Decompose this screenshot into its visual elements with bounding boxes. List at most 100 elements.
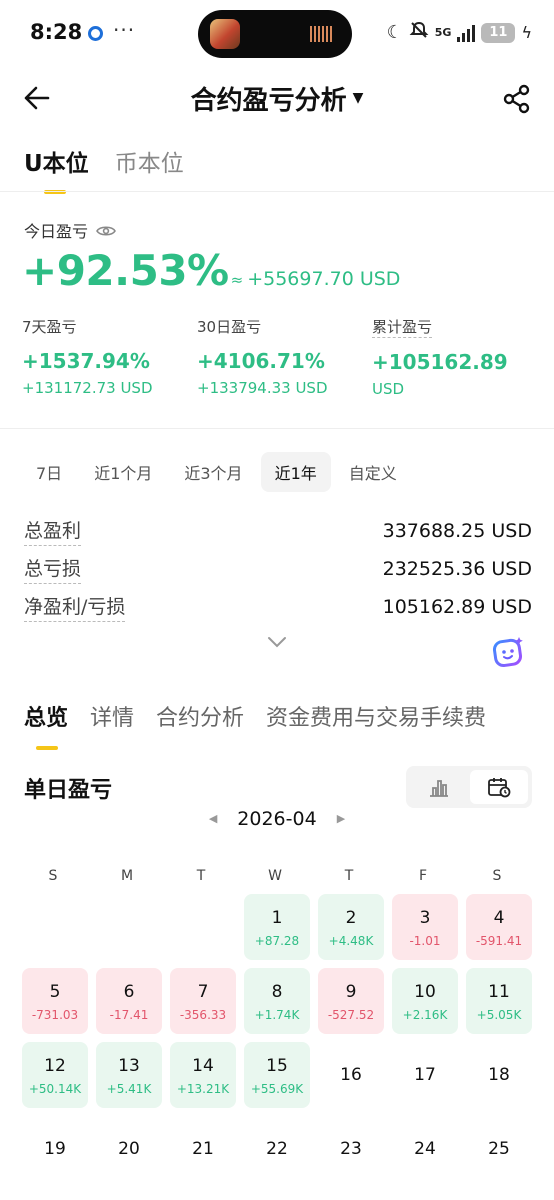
calendar-day[interactable]: 20 bbox=[96, 1116, 162, 1182]
calendar-day[interactable]: 9 -527.52 bbox=[318, 968, 384, 1034]
day-pnl-value: -1.01 bbox=[409, 934, 441, 948]
caret-down-icon: ▼ bbox=[352, 89, 364, 106]
chevron-down-icon[interactable] bbox=[266, 634, 288, 648]
day-number: 12 bbox=[44, 1056, 66, 1076]
weekday-label: T bbox=[196, 868, 206, 884]
day-pnl-value: -591.41 bbox=[475, 934, 523, 948]
weekday-label: S bbox=[48, 868, 58, 884]
stat-30d: 30日盈亏 +4106.71% +133794.33 USD bbox=[197, 316, 328, 397]
share-icon[interactable] bbox=[502, 84, 532, 114]
day-number: 24 bbox=[414, 1139, 436, 1159]
status-time: 8:28 bbox=[30, 20, 83, 44]
section-tabs: 总览 详情 合约分析 资金费用与交易手续费 bbox=[24, 700, 486, 750]
tab-contract-analysis[interactable]: 合约分析 bbox=[156, 700, 244, 750]
calendar-day[interactable]: 11 +5.05K bbox=[466, 968, 532, 1034]
calendar-icon bbox=[488, 778, 511, 798]
tab-u-margined[interactable]: U本位 bbox=[24, 144, 89, 194]
day-number: 14 bbox=[192, 1056, 214, 1076]
calendar-day[interactable]: 10 +2.16K bbox=[392, 968, 458, 1034]
bar-chart-view-button[interactable] bbox=[410, 770, 468, 804]
today-pnl-header: 今日盈亏 bbox=[24, 218, 116, 242]
net-pnl-label[interactable]: 净盈利/亏损 bbox=[24, 592, 126, 622]
network-type: 5G bbox=[434, 26, 452, 39]
eye-icon[interactable] bbox=[96, 223, 116, 237]
stat-7d: 7天盈亏 +1537.94% +131172.73 USD bbox=[22, 316, 153, 397]
total-loss-label[interactable]: 总亏损 bbox=[24, 554, 82, 584]
calendar-day[interactable]: 12 +50.14K bbox=[22, 1042, 88, 1108]
day-number: 25 bbox=[488, 1139, 510, 1159]
day-number: 15 bbox=[266, 1056, 288, 1076]
day-pnl-value: -356.33 bbox=[179, 1008, 227, 1022]
calendar-day[interactable]: 19 bbox=[22, 1116, 88, 1182]
moon-icon: ☾ bbox=[386, 22, 403, 43]
total-profit-label[interactable]: 总盈利 bbox=[24, 516, 82, 546]
weekday-header: SMTWTFS bbox=[20, 868, 534, 888]
total-profit-value: 337688.25 USD bbox=[382, 520, 532, 542]
day-pnl-value: +1.74K bbox=[254, 1008, 300, 1022]
day-number: 8 bbox=[271, 982, 283, 1002]
calendar-day[interactable]: 6 -17.41 bbox=[96, 968, 162, 1034]
weekday-label: S bbox=[492, 868, 502, 884]
stat-label: 7天盈亏 bbox=[22, 318, 77, 336]
tab-coin-margined[interactable]: 币本位 bbox=[115, 144, 184, 194]
day-number: 18 bbox=[488, 1065, 510, 1085]
calendar-day[interactable]: 23 bbox=[318, 1116, 384, 1182]
today-pnl-values: +92.53% ≈ +55697.70 USD bbox=[22, 246, 400, 295]
calendar-day[interactable]: 1 +87.28 bbox=[244, 894, 310, 960]
prev-month-icon[interactable]: ◀ bbox=[209, 812, 217, 825]
range-custom[interactable]: 自定义 bbox=[335, 452, 411, 492]
divider bbox=[0, 428, 554, 429]
range-3m[interactable]: 近3个月 bbox=[170, 452, 256, 492]
range-1m[interactable]: 近1个月 bbox=[80, 452, 166, 492]
day-pnl-value: +2.16K bbox=[402, 1008, 448, 1022]
dynamic-island[interactable] bbox=[198, 10, 352, 58]
day-pnl-value: +4.48K bbox=[328, 934, 374, 948]
range-7d[interactable]: 7日 bbox=[22, 452, 76, 492]
location-ring-icon bbox=[88, 26, 103, 41]
day-number: 10 bbox=[414, 982, 436, 1002]
day-number: 7 bbox=[197, 982, 209, 1002]
daily-pnl-title: 单日盈亏 bbox=[24, 778, 113, 803]
day-number: 22 bbox=[266, 1139, 288, 1159]
calendar-day[interactable]: 17 bbox=[392, 1042, 458, 1108]
stat-percent: +1537.94% bbox=[22, 349, 150, 373]
calendar-day[interactable]: 15 +55.69K bbox=[244, 1042, 310, 1108]
weekday-label: T bbox=[344, 868, 354, 884]
calendar-day[interactable]: 22 bbox=[244, 1116, 310, 1182]
calendar-day[interactable]: 24 bbox=[392, 1116, 458, 1182]
day-number: 21 bbox=[192, 1139, 214, 1159]
calendar-day[interactable]: 8 +1.74K bbox=[244, 968, 310, 1034]
stat-cumulative[interactable]: 累计盈亏 +105162.89 USD bbox=[372, 316, 508, 398]
calendar-day[interactable]: 13 +5.41K bbox=[96, 1042, 162, 1108]
stat-label: 30日盈亏 bbox=[197, 318, 262, 336]
calendar-day[interactable]: 5 -731.03 bbox=[22, 968, 88, 1034]
calendar-day[interactable]: 4 -591.41 bbox=[466, 894, 532, 960]
calendar-day[interactable]: 25 bbox=[466, 1116, 532, 1182]
next-month-icon[interactable]: ▶ bbox=[337, 812, 345, 825]
total-loss-value: 232525.36 USD bbox=[382, 558, 532, 580]
calendar-view-button[interactable] bbox=[470, 770, 528, 804]
total-profit-row: 总盈利 337688.25 USD bbox=[24, 516, 532, 546]
today-pnl-usd: +55697.70 USD bbox=[247, 268, 401, 290]
calendar-day[interactable]: 3 -1.01 bbox=[392, 894, 458, 960]
page-title-dropdown[interactable]: 合约盈亏分析 ▼ bbox=[0, 80, 554, 117]
tab-overview[interactable]: 总览 bbox=[24, 700, 68, 750]
calendar-day[interactable]: 2 +4.48K bbox=[318, 894, 384, 960]
calendar-day[interactable]: 14 +13.21K bbox=[170, 1042, 236, 1108]
day-number: 5 bbox=[49, 982, 61, 1002]
ai-assistant-icon[interactable] bbox=[490, 634, 526, 670]
stat-unit: USD bbox=[372, 380, 405, 398]
today-pnl-label: 今日盈亏 bbox=[24, 222, 89, 241]
tab-details[interactable]: 详情 bbox=[90, 700, 134, 750]
day-pnl-value: +87.28 bbox=[254, 934, 300, 948]
calendar-day[interactable]: 18 bbox=[466, 1042, 532, 1108]
weekday-label: F bbox=[418, 868, 428, 884]
calendar-day[interactable]: 21 bbox=[170, 1116, 236, 1182]
calendar-day[interactable]: 7 -356.33 bbox=[170, 968, 236, 1034]
audio-wave-icon bbox=[310, 26, 334, 42]
tab-funding-fees[interactable]: 资金费用与交易手续费 bbox=[266, 700, 486, 750]
range-1y[interactable]: 近1年 bbox=[260, 452, 331, 492]
day-number: 9 bbox=[345, 982, 357, 1002]
calendar-day[interactable]: 16 bbox=[318, 1042, 384, 1108]
range-tabs: 7日 近1个月 近3个月 近1年 自定义 bbox=[22, 452, 411, 492]
